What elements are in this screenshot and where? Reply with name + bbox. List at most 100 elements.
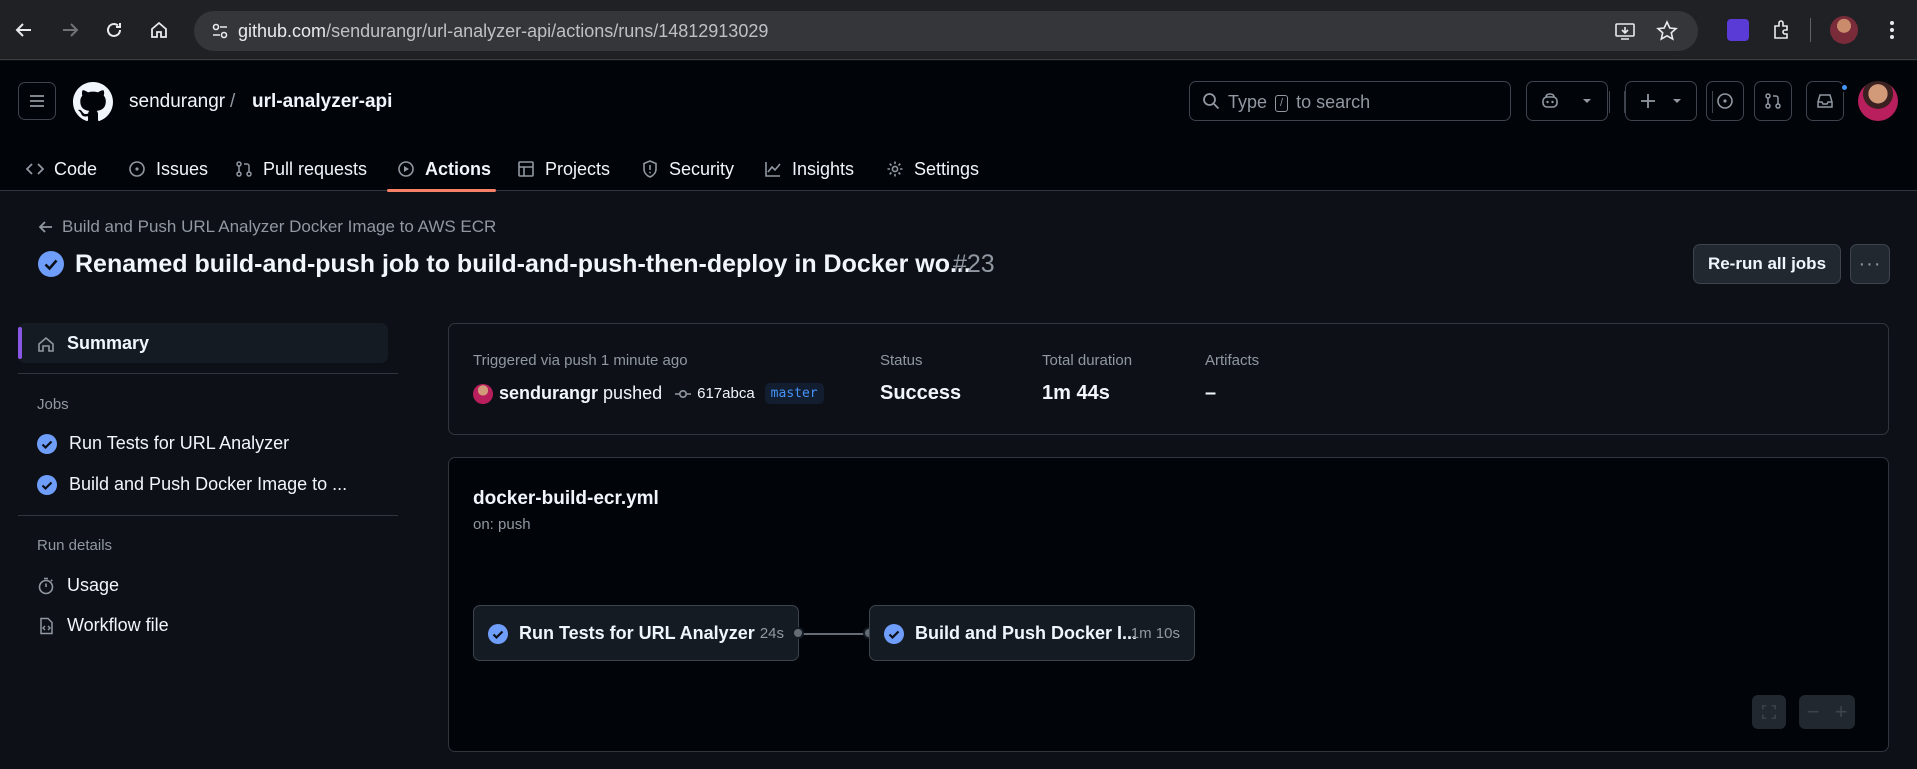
tab-label: Pull requests (263, 158, 368, 179)
tab-label: Projects (545, 158, 611, 179)
artifacts-label: Artifacts (1205, 352, 1260, 369)
success-check-icon (37, 474, 57, 495)
tab-insights[interactable]: Insights (764, 147, 854, 191)
workflow-graph-card: docker-build-ecr.yml on: push Run Tests … (448, 457, 1889, 752)
workflow-back-link[interactable]: Build and Push URL Analyzer Docker Image… (38, 217, 496, 237)
job-connector (801, 633, 871, 635)
browser-toolbar: github.com/sendurangr/url-analyzer-api/a… (0, 0, 1917, 60)
user-avatar[interactable] (1858, 81, 1898, 121)
issues-button[interactable] (1706, 81, 1744, 121)
table-icon (518, 161, 534, 177)
bookmark-star-icon[interactable] (1656, 20, 1678, 42)
job-label: Run Tests for URL Analyzer (69, 433, 290, 453)
home-icon (38, 336, 54, 352)
fullscreen-icon[interactable] (1752, 695, 1786, 729)
active-tab-indicator (387, 189, 496, 192)
run-number: #23 (953, 250, 995, 278)
sidebar-divider (18, 515, 398, 516)
toolbar-divider (1810, 18, 1811, 42)
gear-icon (887, 161, 903, 177)
extension-icon[interactable] (1722, 14, 1754, 46)
sidebar-item-usage[interactable]: Usage (37, 575, 119, 596)
create-new-button[interactable] (1625, 81, 1697, 121)
search-icon (1203, 93, 1220, 110)
tab-label: Issues (156, 158, 209, 179)
back-arrow-icon[interactable] (8, 14, 40, 46)
commit-link[interactable]: 617abca (674, 385, 755, 403)
job-duration: 24s (759, 625, 784, 642)
profile-avatar[interactable] (1828, 14, 1860, 46)
job-name: Build and Push Docker I... (915, 623, 1138, 643)
play-icon (398, 161, 414, 177)
sidebar-item-workflow-file[interactable]: Workflow file (37, 615, 169, 636)
tab-security[interactable]: Security (641, 147, 734, 191)
summary-link[interactable]: Summary (37, 333, 149, 354)
install-app-icon[interactable] (1614, 20, 1636, 42)
pull-requests-button[interactable] (1754, 81, 1792, 121)
tab-pull-requests[interactable]: Pull requests (235, 147, 367, 191)
status-label: Status (880, 352, 923, 369)
notification-dot (1840, 83, 1849, 92)
hamburger-menu-icon[interactable] (18, 82, 56, 120)
active-indicator (18, 327, 22, 359)
tab-settings[interactable]: Settings (886, 147, 979, 191)
tab-label: Insights (792, 158, 855, 179)
tab-code[interactable]: Code (26, 147, 97, 191)
sidebar-job-run-tests[interactable]: Run Tests for URL Analyzer (37, 433, 289, 454)
workflow-name: Build and Push URL Analyzer Docker Image… (62, 217, 497, 236)
success-check-icon (38, 251, 64, 277)
issue-icon (1717, 93, 1733, 109)
run-details-heading: Run details (37, 537, 113, 554)
reload-icon[interactable] (98, 14, 130, 46)
workflow-trigger: on: push (473, 516, 531, 533)
github-header: sendurangr / url-analyzer-api Type / to … (0, 61, 1917, 192)
actor-link[interactable]: sendurangr (499, 383, 598, 404)
zoom-in-icon[interactable]: + (1835, 699, 1848, 725)
commit-sha: 617abca (697, 385, 755, 402)
actor-avatar[interactable] (473, 383, 493, 404)
extensions-puzzle-icon[interactable] (1766, 14, 1798, 46)
artifacts-value: – (1205, 382, 1217, 404)
connector-dot (792, 627, 804, 639)
path-separator: / (230, 91, 236, 112)
inbox-icon (1817, 94, 1833, 108)
tab-label: Code (54, 158, 98, 179)
tab-issues[interactable]: Issues (128, 147, 208, 191)
tab-label: Security (669, 158, 735, 179)
run-summary-card: Triggered via push 1 minute ago senduran… (448, 323, 1889, 435)
job-node-run-tests[interactable]: Run Tests for URL Analyzer 24s (473, 605, 799, 661)
tab-label: Settings (914, 158, 980, 179)
duration-value: 1m 44s (1042, 382, 1110, 404)
home-icon[interactable] (143, 14, 175, 46)
inbox-button[interactable] (1806, 81, 1844, 121)
chrome-menu-icon[interactable] (1876, 14, 1908, 46)
branch-badge[interactable]: master (764, 383, 824, 404)
success-check-icon (884, 624, 904, 644)
more-options-icon[interactable]: ··· (1850, 244, 1890, 284)
shield-icon (643, 160, 657, 178)
zoom-out-icon[interactable]: − (1807, 699, 1820, 725)
repo-owner-link[interactable]: sendurangr (129, 91, 225, 113)
job-node-build-push[interactable]: Build and Push Docker I... 1m 10s (869, 605, 1195, 661)
run-title: Renamed build-and-push job to build-and-… (75, 250, 971, 278)
sidebar-job-build-push[interactable]: Build and Push Docker Image to ... (37, 474, 347, 495)
tab-actions[interactable]: Actions (397, 147, 491, 191)
site-info-icon[interactable] (210, 21, 230, 41)
chevron-down-icon (1583, 99, 1591, 103)
forward-arrow-icon[interactable] (54, 14, 86, 46)
search-placeholder: Type / to search (1228, 92, 1371, 112)
github-logo-icon[interactable] (73, 82, 113, 122)
rerun-all-jobs-button[interactable]: Re-run all jobs (1693, 244, 1841, 284)
plus-icon (1641, 94, 1655, 108)
job-label: Build and Push Docker Image to ... (69, 474, 348, 494)
address-bar[interactable]: github.com/sendurangr/url-analyzer-api/a… (194, 11, 1698, 51)
search-input[interactable]: Type / to search (1189, 81, 1511, 121)
workflow-file-label: Workflow file (67, 615, 169, 635)
file-code-icon (40, 617, 53, 634)
job-duration: 1m 10s (1130, 625, 1180, 642)
tab-label: Actions (425, 158, 492, 179)
repo-name-link[interactable]: url-analyzer-api (252, 91, 392, 113)
tab-projects[interactable]: Projects (517, 147, 610, 191)
copilot-button[interactable] (1526, 81, 1608, 121)
zoom-controls: − + (1799, 695, 1855, 729)
